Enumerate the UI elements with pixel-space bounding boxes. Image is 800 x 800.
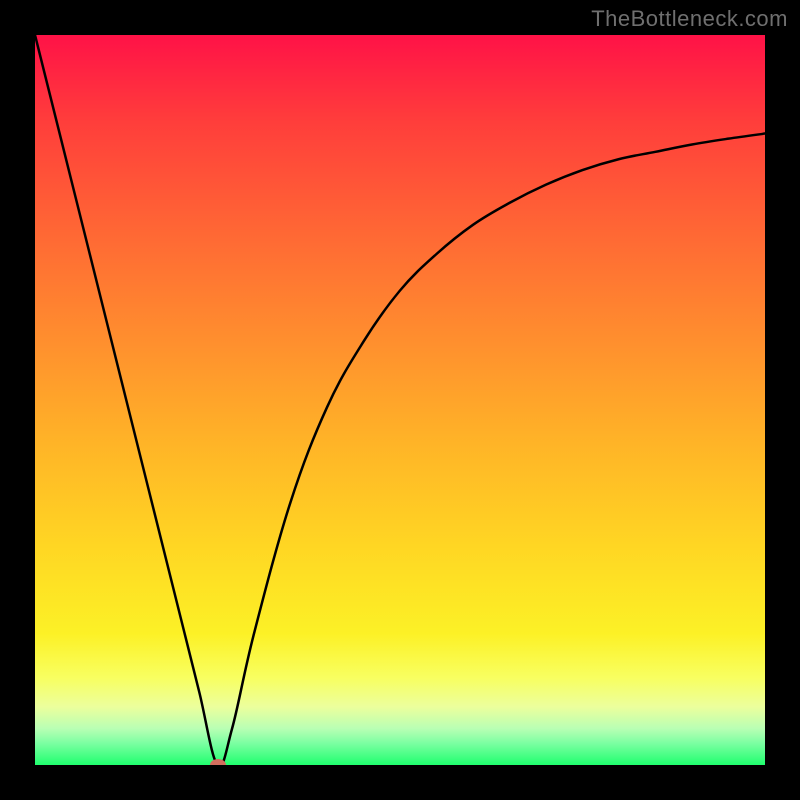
chart-frame: TheBottleneck.com: [0, 0, 800, 800]
bottleneck-curve: [35, 35, 765, 765]
attribution-text: TheBottleneck.com: [591, 6, 788, 32]
plot-area: [35, 35, 765, 765]
optimum-marker: [210, 759, 226, 765]
